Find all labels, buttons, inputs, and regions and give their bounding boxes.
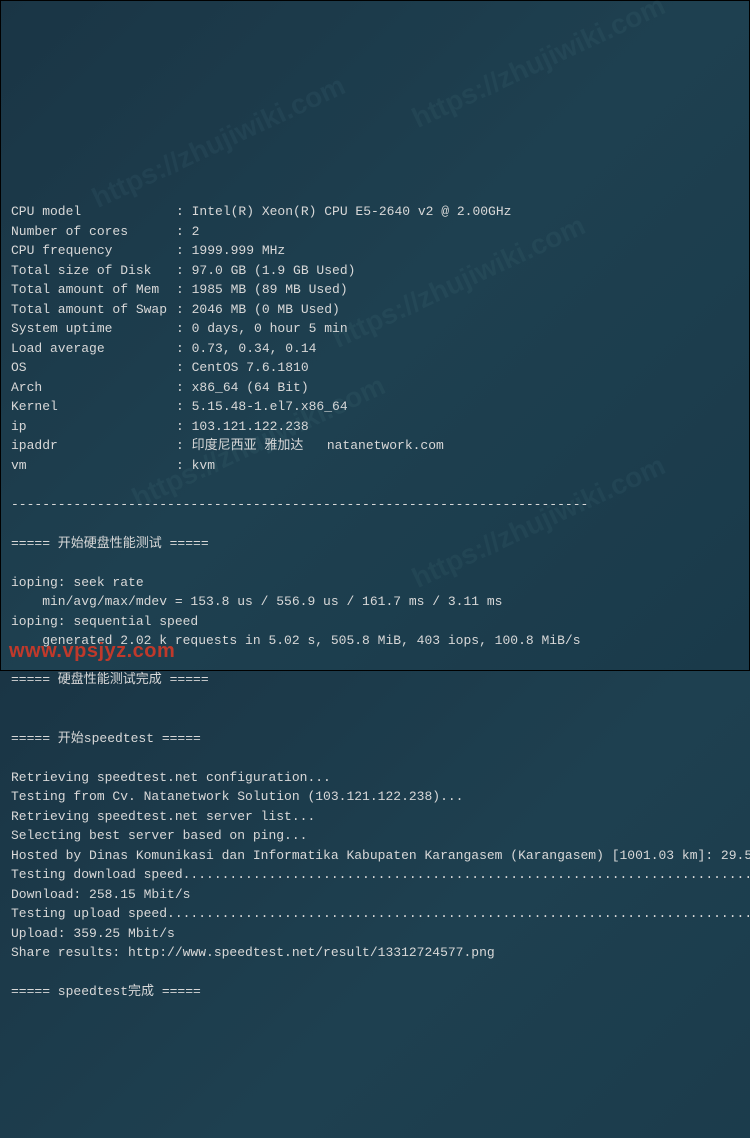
speedtest-line: Testing download speed..................… xyxy=(11,865,739,885)
disk-line: ioping: sequential speed xyxy=(11,612,739,632)
sysinfo-value: 0 days, 0 hour 5 min xyxy=(192,321,348,336)
sysinfo-row: Load average: 0.73, 0.34, 0.14 xyxy=(11,339,739,359)
sysinfo-label: System uptime xyxy=(11,319,176,339)
sysinfo-row: Arch: x86_64 (64 Bit) xyxy=(11,378,739,398)
sysinfo-colon: : xyxy=(176,204,192,219)
diag-watermark: https://zhujiwiki.com xyxy=(85,65,352,219)
sysinfo-label: Total amount of Swap xyxy=(11,300,176,320)
sysinfo-colon: : xyxy=(176,341,192,356)
sysinfo-row: ipaddr: 印度尼西亚 雅加达 natanetwork.com xyxy=(11,436,739,456)
disk-test-header: ===== 开始硬盘性能测试 ===== xyxy=(11,534,739,554)
sysinfo-value: 97.0 GB (1.9 GB Used) xyxy=(192,263,356,278)
sysinfo-value: 印度尼西亚 雅加达 natanetwork.com xyxy=(192,438,444,453)
sysinfo-row: Total amount of Swap: 2046 MB (0 MB Used… xyxy=(11,300,739,320)
sysinfo-value: 1985 MB (89 MB Used) xyxy=(192,282,348,297)
sysinfo-label: ipaddr xyxy=(11,436,176,456)
sysinfo-label: vm xyxy=(11,456,176,476)
sysinfo-row: CPU model: Intel(R) Xeon(R) CPU E5-2640 … xyxy=(11,202,739,222)
speedtest-line: Hosted by Dinas Komunikasi dan Informati… xyxy=(11,846,739,866)
sysinfo-colon: : xyxy=(176,360,192,375)
sysinfo-colon: : xyxy=(176,243,192,258)
sysinfo-value: kvm xyxy=(192,458,215,473)
sysinfo-row: Total amount of Mem: 1985 MB (89 MB Used… xyxy=(11,280,739,300)
speedtest-line: Share results: http://www.speedtest.net/… xyxy=(11,943,739,963)
sysinfo-label: Number of cores xyxy=(11,222,176,242)
speedtest-line: Selecting best server based on ping... xyxy=(11,826,739,846)
sysinfo-value: 5.15.48-1.el7.x86_64 xyxy=(192,399,348,414)
sysinfo-colon: : xyxy=(176,282,192,297)
sysinfo-value: Intel(R) Xeon(R) CPU E5-2640 v2 @ 2.00GH… xyxy=(192,204,512,219)
sysinfo-row: Kernel: 5.15.48-1.el7.x86_64 xyxy=(11,397,739,417)
disk-line: ioping: seek rate xyxy=(11,573,739,593)
sysinfo-label: Load average xyxy=(11,339,176,359)
sysinfo-row: ip: 103.121.122.238 xyxy=(11,417,739,437)
sysinfo-value: 0.73, 0.34, 0.14 xyxy=(192,341,317,356)
sysinfo-colon: : xyxy=(176,224,192,239)
sysinfo-colon: : xyxy=(176,419,192,434)
sysinfo-label: Kernel xyxy=(11,397,176,417)
speedtest-line: Download: 258.15 Mbit/s xyxy=(11,885,739,905)
sysinfo-value: 2 xyxy=(192,224,200,239)
sysinfo-label: Arch xyxy=(11,378,176,398)
speedtest-line: Retrieving speedtest.net server list... xyxy=(11,807,739,827)
disk-test-output: ioping: seek rate min/avg/max/mdev = 153… xyxy=(11,573,739,651)
sysinfo-colon: : xyxy=(176,302,192,317)
sysinfo-label: CPU frequency xyxy=(11,241,176,261)
sysinfo-colon: : xyxy=(176,321,192,336)
sysinfo-colon: : xyxy=(176,438,192,453)
sysinfo-label: ip xyxy=(11,417,176,437)
sysinfo-value: 1999.999 MHz xyxy=(192,243,286,258)
sysinfo-row: OS: CentOS 7.6.1810 xyxy=(11,358,739,378)
sysinfo-label: CPU model xyxy=(11,202,176,222)
sysinfo-row: System uptime: 0 days, 0 hour 5 min xyxy=(11,319,739,339)
sysinfo-colon: : xyxy=(176,399,192,414)
speedtest-footer: ===== speedtest完成 ===== xyxy=(11,982,739,1002)
sysinfo-colon: : xyxy=(176,263,192,278)
sysinfo-label: Total size of Disk xyxy=(11,261,176,281)
system-info-block: CPU model: Intel(R) Xeon(R) CPU E5-2640 … xyxy=(11,202,739,475)
sysinfo-row: CPU frequency: 1999.999 MHz xyxy=(11,241,739,261)
speedtest-line: Testing from Cv. Natanetwork Solution (1… xyxy=(11,787,739,807)
speedtest-line: Upload: 359.25 Mbit/s xyxy=(11,924,739,944)
sysinfo-label: Total amount of Mem xyxy=(11,280,176,300)
sysinfo-value: x86_64 (64 Bit) xyxy=(192,380,309,395)
sysinfo-row: Total size of Disk: 97.0 GB (1.9 GB Used… xyxy=(11,261,739,281)
sysinfo-value: CentOS 7.6.1810 xyxy=(192,360,309,375)
speedtest-output: Retrieving speedtest.net configuration..… xyxy=(11,768,739,963)
sysinfo-value: 103.121.122.238 xyxy=(192,419,309,434)
diag-watermark: https://zhujiwiki.com xyxy=(405,0,672,139)
sysinfo-colon: : xyxy=(176,458,192,473)
speedtest-line: Testing upload speed....................… xyxy=(11,904,739,924)
speedtest-line: Retrieving speedtest.net configuration..… xyxy=(11,768,739,788)
disk-test-footer: ===== 硬盘性能测试完成 ===== xyxy=(11,670,739,690)
sysinfo-value: 2046 MB (0 MB Used) xyxy=(192,302,340,317)
sysinfo-label: OS xyxy=(11,358,176,378)
disk-line: min/avg/max/mdev = 153.8 us / 556.9 us /… xyxy=(11,592,739,612)
disk-line: generated 2.02 k requests in 5.02 s, 505… xyxy=(11,631,739,651)
sysinfo-row: Number of cores: 2 xyxy=(11,222,739,242)
separator: ----------------------------------------… xyxy=(11,495,739,515)
sysinfo-row: vm: kvm xyxy=(11,456,739,476)
sysinfo-colon: : xyxy=(176,380,192,395)
speedtest-header: ===== 开始speedtest ===== xyxy=(11,729,739,749)
